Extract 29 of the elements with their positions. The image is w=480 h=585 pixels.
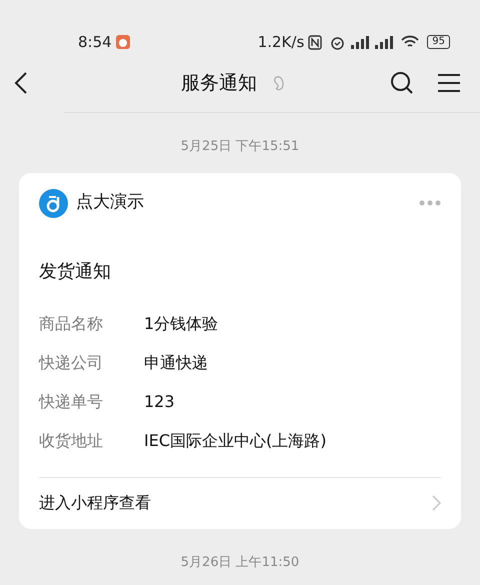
app-logo-icon — [39, 188, 68, 218]
wifi-icon — [401, 35, 420, 49]
nfc-icon — [308, 34, 322, 50]
field-label: 收货地址 — [39, 430, 104, 452]
field-value: 申通快递 — [144, 352, 208, 374]
message-timestamp: 5月25日 下午15:51 — [180, 139, 300, 154]
back-icon[interactable] — [14, 72, 28, 94]
network-speed: 1.2K/s — [258, 32, 304, 53]
field-value: 123 — [144, 391, 175, 413]
chevron-icon — [432, 495, 441, 511]
message-timestamp: 5月26日 上午11:50 — [180, 554, 300, 570]
field-label: 快递公司 — [39, 352, 104, 374]
notice-title: 发货通知 — [39, 260, 112, 284]
menu-icon[interactable] — [438, 73, 460, 93]
battery-level: 95 — [427, 35, 450, 49]
alarm-icon — [330, 34, 346, 50]
status-time: 8:54 — [78, 32, 112, 53]
search-icon[interactable] — [390, 71, 414, 95]
field-label: 快递单号 — [39, 391, 104, 413]
signal-icon — [349, 35, 370, 49]
app-notification-icon — [116, 35, 130, 49]
field-value: IEC国际企业中心(上海路) — [144, 430, 326, 452]
sender-name: 点大演示 — [76, 191, 144, 214]
field-value: 1分钱体验 — [144, 313, 218, 335]
ear-icon — [273, 74, 285, 92]
signal-icon — [373, 35, 394, 49]
field-label: 商品名称 — [39, 313, 104, 335]
page-title: 服务通知 — [181, 70, 257, 96]
open-mini-program-link[interactable]: 进入小程序查看 — [39, 476, 441, 528]
